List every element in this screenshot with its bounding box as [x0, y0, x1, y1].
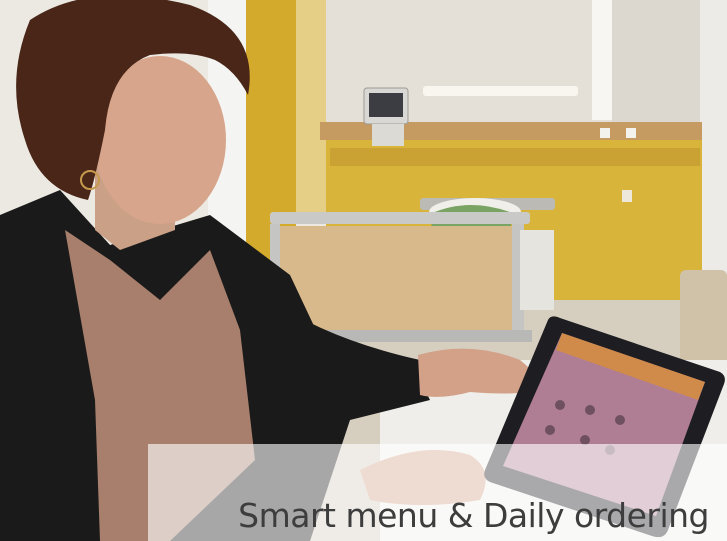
switch-plate — [622, 190, 632, 202]
switch-plate — [600, 128, 610, 138]
caption-title: Smart menu & Daily ordering — [238, 496, 709, 535]
photo-scene: Smart menu & Daily ordering — [0, 0, 727, 541]
pillar-light — [296, 0, 326, 220]
right-wall — [612, 0, 707, 125]
caption-band: Smart menu & Daily ordering — [148, 444, 727, 541]
wall-band — [330, 148, 700, 166]
wall-light — [423, 86, 578, 96]
right-curtain — [700, 0, 727, 300]
switch-plate — [626, 128, 636, 138]
right-window — [592, 0, 612, 120]
chair — [680, 270, 727, 370]
